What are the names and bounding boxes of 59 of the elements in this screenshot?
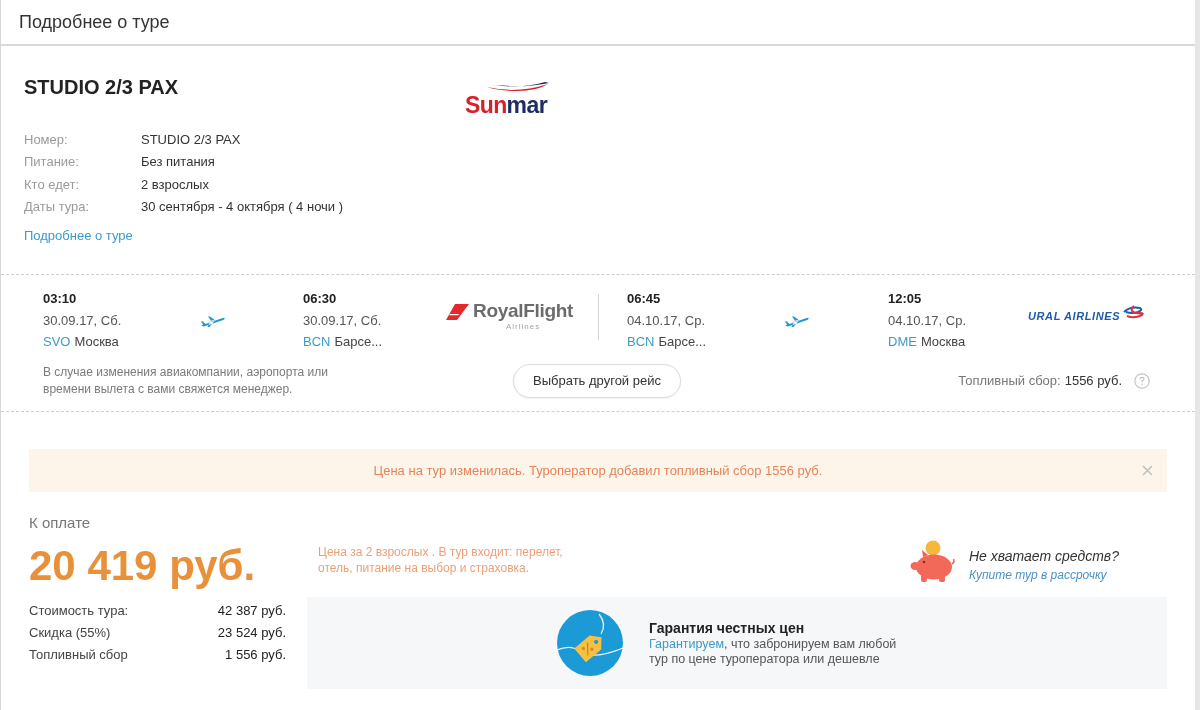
tour-details-link[interactable]: Подробнее о туре bbox=[24, 227, 133, 245]
detail-label: Номер: bbox=[24, 131, 69, 147]
tour-operator-logo-text: Sunmar bbox=[464, 92, 547, 118]
flight-time: 12:05 bbox=[888, 290, 923, 308]
detail-value: Без питания bbox=[141, 154, 216, 170]
flight-time: 03:10 bbox=[43, 290, 78, 308]
city-name: Барсе... bbox=[658, 333, 706, 351]
cost-label: Стоимость тура: bbox=[29, 603, 130, 618]
swoosh-logo-icon bbox=[487, 82, 549, 92]
flight-time: 06:30 bbox=[303, 290, 338, 308]
cost-value: 1 556 руб. bbox=[224, 647, 286, 662]
cost-value: 23 524 руб. bbox=[217, 625, 286, 640]
airline-logo-text: RoyalFlight bbox=[473, 301, 574, 321]
close-icon[interactable] bbox=[1142, 464, 1153, 476]
cost-value: 42 387 руб. bbox=[217, 603, 286, 618]
room-title: STUDIO 2/3 PAX bbox=[24, 76, 179, 98]
payment-label: К оплате bbox=[29, 513, 92, 532]
flight-time: 06:45 bbox=[627, 290, 662, 308]
detail-value: 2 взрослых bbox=[141, 176, 210, 192]
installment-link[interactable]: Купите тур в рассрочку bbox=[969, 565, 1107, 584]
city-name: Барсе... bbox=[334, 333, 382, 351]
detail-label: Кто едет: bbox=[24, 176, 81, 192]
page-title: Подробнее о туре bbox=[19, 11, 170, 33]
swirl-logo-icon bbox=[1122, 304, 1145, 320]
cost-label: Скидка (55%) bbox=[29, 625, 112, 640]
price-note: Цена за 2 взрослых . В тур входит: перелет, отель, питание на выбор и страховка. bbox=[318, 543, 564, 576]
detail-label: Питание: bbox=[24, 154, 80, 170]
price-change-alert-text: Цена на тур изменилась. Туроператор добавил топливный сбор 1556 руб. bbox=[373, 462, 823, 478]
fuel-fee-value: 1556 руб. bbox=[1064, 373, 1122, 388]
flight-date: 30.09.17, Сб. bbox=[303, 311, 383, 330]
flight-change-note: В случае изменения авиакомпании, аэропорта или времени вылета с вами свяжется менеджер. bbox=[43, 363, 329, 398]
change-flight-button[interactable]: Выбрать другой рейс bbox=[513, 363, 681, 398]
flight-date: 30.09.17, Сб. bbox=[43, 311, 123, 330]
help-icon[interactable] bbox=[1134, 372, 1150, 389]
guarantee-link[interactable]: Гарантируем bbox=[649, 636, 724, 651]
airplane-icon bbox=[784, 315, 810, 327]
fuel-fee-label: Топливный сбор: bbox=[958, 373, 1061, 388]
airport-code: DME bbox=[888, 333, 917, 351]
detail-value: STUDIO 2/3 PAX bbox=[141, 131, 242, 147]
piggy-bank-icon bbox=[909, 539, 955, 583]
airport-code: BCN bbox=[303, 333, 331, 351]
price-tag-icon bbox=[557, 609, 623, 676]
flight-date: 04.10.17, Ср. bbox=[888, 311, 968, 330]
detail-value: 30 сентября - 4 октября ( 4 ночи ) bbox=[141, 199, 344, 215]
city-name: Москва bbox=[920, 333, 966, 351]
cost-label: Топливный сбор bbox=[29, 647, 129, 662]
installment-question: Не хватает средств? bbox=[969, 546, 1119, 566]
slash-logo-icon bbox=[446, 304, 469, 320]
airline-logo-text: URAL AIRLINES bbox=[1028, 310, 1121, 322]
total-price: 20 419 руб. bbox=[29, 541, 257, 590]
detail-label: Даты тура: bbox=[24, 199, 91, 215]
airline-logo-subtitle: Airlines bbox=[505, 321, 541, 333]
flight-date: 04.10.17, Ср. bbox=[627, 311, 707, 330]
airport-code: SVO bbox=[43, 333, 71, 351]
airport-code: BCN bbox=[627, 333, 655, 351]
airplane-icon bbox=[200, 315, 226, 327]
city-name: Москва bbox=[74, 333, 119, 351]
guarantee-text: Гарантируем, что забронируем вам любой тур по цене туроператора или дешевле bbox=[649, 636, 898, 667]
guarantee-title: Гарантия честных цен bbox=[649, 618, 806, 637]
